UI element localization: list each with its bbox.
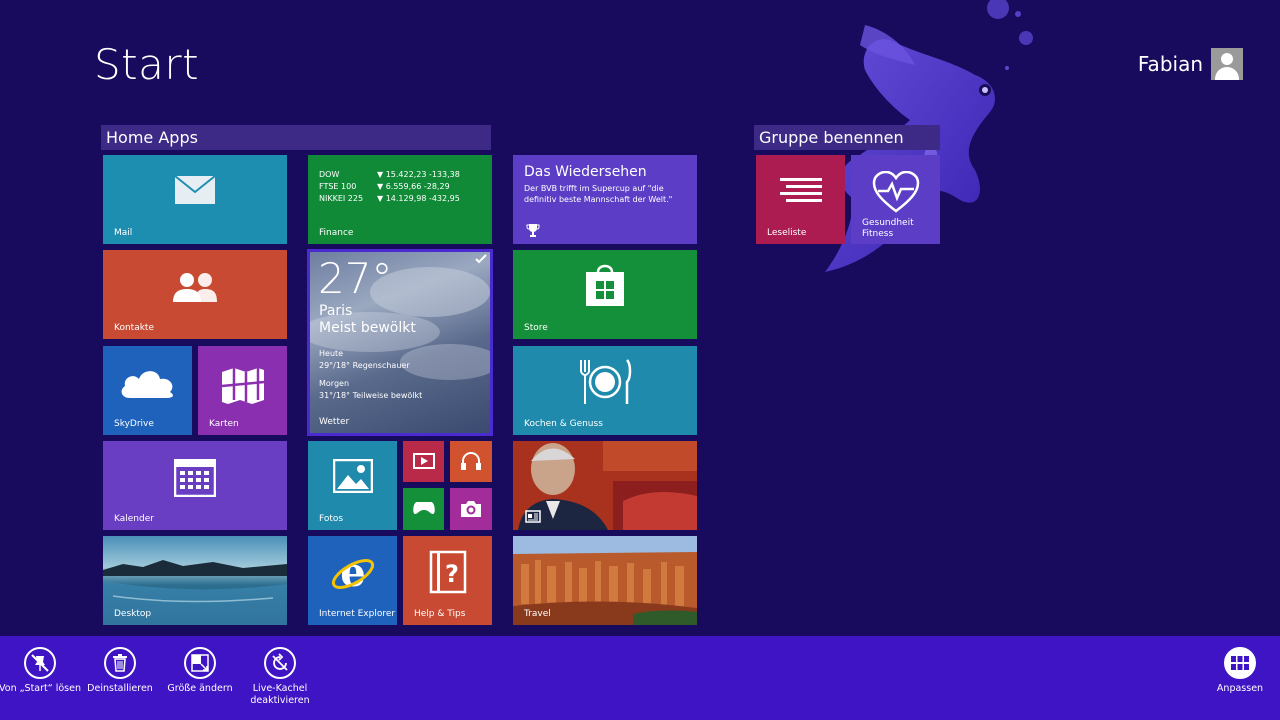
tile-spiele[interactable] (403, 488, 444, 530)
weather-forecast-today: Heute 29°/18° Regenschauer (319, 349, 410, 370)
tile-label: Mail (114, 228, 133, 238)
selected-check-icon (475, 254, 487, 264)
tile-kochen-genuss[interactable]: Kochen & Genuss (513, 346, 697, 435)
tile-weather[interactable]: 27° Paris Meist bewölkt Heute 29°/18° Re… (307, 249, 493, 436)
finance-row: DOW ▼ 15.422,23 -133,38 (319, 170, 460, 179)
tile-label: Kalender (114, 514, 154, 524)
weather-location: Paris Meist bewölkt (319, 303, 416, 336)
tile-label: SkyDrive (114, 419, 154, 429)
command-label: Live-Kachel deaktivieren (250, 683, 310, 706)
help-icon: ? (429, 550, 466, 594)
mail-icon (174, 175, 216, 204)
cloud-icon (121, 371, 173, 398)
trophy-icon (526, 224, 540, 237)
tile-karten[interactable]: Karten (198, 346, 287, 435)
headphones-icon (461, 452, 481, 470)
group-header-gruppe-benennen[interactable]: Gruppe benennen (754, 125, 940, 150)
avatar (1211, 48, 1243, 80)
group-header-home-apps[interactable]: Home Apps (101, 125, 491, 150)
camera-icon (461, 501, 481, 517)
tile-label: Kochen & Genuss (524, 419, 603, 429)
tile-label: Store (524, 323, 548, 333)
user-account[interactable]: Fabian (1138, 48, 1243, 80)
resize-icon (191, 654, 209, 672)
tile-fotos[interactable]: Fotos (308, 441, 397, 530)
tile-leseliste[interactable]: Leseliste (756, 155, 845, 244)
map-icon (221, 368, 264, 404)
tile-musik[interactable] (450, 441, 492, 482)
tile-finance[interactable]: DOW ▼ 15.422,23 -133,38 FTSE 100 ▼ 6.559,6… (308, 155, 492, 244)
unpin-from-start-button[interactable]: Von „Start“ lösen (0, 636, 85, 695)
command-label: Anpassen (1216, 683, 1264, 694)
command-label: Deinstallieren (87, 683, 153, 694)
tile-kamera[interactable] (450, 488, 492, 530)
reading-list-icon (779, 178, 822, 202)
tile-kontakte[interactable]: Kontakte (103, 250, 287, 339)
command-label: Größe ändern (167, 683, 233, 694)
turn-live-tile-off-button[interactable]: Live-Kachel deaktivieren (235, 636, 325, 707)
tile-skydrive[interactable]: SkyDrive (103, 346, 192, 435)
people-icon (173, 273, 217, 302)
tile-internet-explorer[interactable]: e Internet Explorer (308, 536, 397, 625)
tile-kalender[interactable]: Kalender (103, 441, 287, 530)
tile-help-tips[interactable]: ? Help & Tips (403, 536, 492, 625)
tile-news-photo[interactable] (513, 441, 697, 530)
weather-temperature: 27° (318, 254, 393, 303)
tile-mail[interactable]: Mail (103, 155, 287, 244)
tile-label: Kontakte (114, 323, 154, 333)
plate-icon (580, 359, 632, 404)
tile-store[interactable]: Store (513, 250, 697, 339)
finance-row: NIKKEI 225 ▼ 14.129,98 -432,95 (319, 194, 460, 203)
tile-news[interactable]: Das Wiedersehen Der BVB trifft im Superc… (513, 155, 697, 244)
start-title: Start (94, 40, 200, 89)
news-text: Der BVB trifft im Supercup auf "die defi… (524, 184, 673, 204)
svg-text:e: e (340, 550, 365, 596)
tile-gesundheit-fitness[interactable]: Gesundheit Fitness (851, 155, 940, 244)
unpin-icon (31, 654, 49, 672)
tile-label: Leseliste (767, 228, 807, 238)
tile-video[interactable] (403, 441, 444, 482)
news-icon (525, 510, 541, 523)
ie-icon: e (331, 550, 374, 596)
tile-label: Desktop (114, 609, 152, 619)
customize-button[interactable]: Anpassen (1195, 636, 1280, 695)
tile-label: Karten (209, 419, 239, 429)
customize-icon (1231, 656, 1249, 670)
store-bag-icon (586, 264, 624, 306)
tile-label: Fotos (319, 514, 344, 524)
trash-icon (113, 654, 127, 672)
tile-label: Wetter (319, 417, 350, 427)
resize-button[interactable]: Größe ändern (155, 636, 245, 695)
gamepad-icon (412, 502, 435, 514)
user-name: Fabian (1137, 52, 1203, 76)
uninstall-button[interactable]: Deinstallieren (75, 636, 165, 695)
tile-travel[interactable]: Travel (513, 536, 697, 625)
calendar-icon (174, 459, 216, 497)
weather-forecast-tomorrow: Morgen 31°/18° Teilweise bewölkt (319, 379, 423, 400)
tile-desktop[interactable]: Desktop (103, 536, 287, 625)
tile-label: Internet Explorer (319, 609, 396, 619)
heart-pulse-icon (872, 171, 919, 213)
tile-label: Travel (524, 609, 551, 619)
photo-icon (332, 459, 373, 493)
app-bar: Von „Start“ lösen Deinstallieren Größe ä… (0, 636, 1280, 720)
tile-label: Help & Tips (414, 609, 466, 619)
video-icon (412, 453, 435, 469)
tile-label: Finance (319, 228, 354, 238)
svg-text:?: ? (445, 560, 459, 588)
tile-label: Gesundheit Fitness (862, 218, 914, 239)
live-tile-off-icon (272, 653, 288, 671)
news-headline: Das Wiedersehen (524, 164, 647, 180)
command-label: Von „Start“ lösen (0, 683, 81, 694)
finance-row: FTSE 100 ▼ 6.559,66 -28,29 (319, 182, 450, 191)
